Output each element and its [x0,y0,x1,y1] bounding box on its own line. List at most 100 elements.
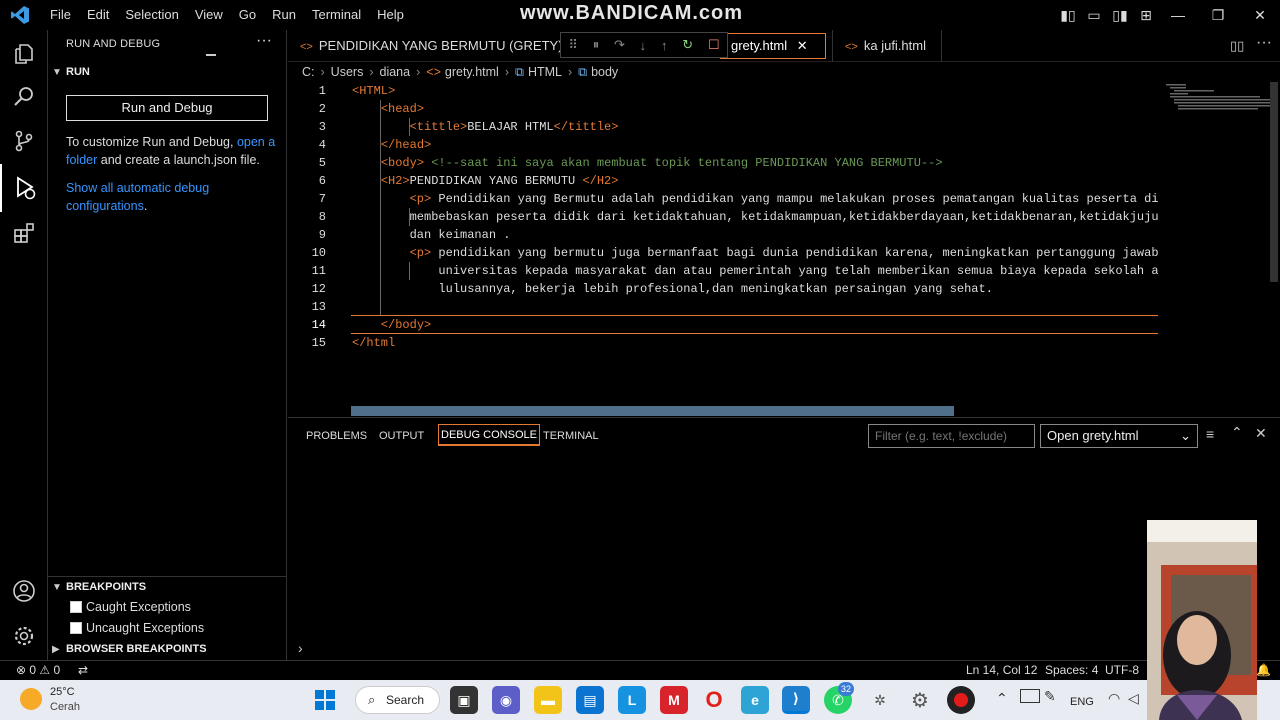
breakpoint-uncaught-exceptions[interactable]: Uncaught Exceptions [70,621,204,635]
breadcrumb-item[interactable]: body [591,65,618,79]
mcafee-icon[interactable]: M [660,686,688,714]
breadcrumb-item[interactable]: grety.html [445,65,499,79]
tab-output[interactable]: OUTPUT [379,428,424,450]
settings-gear-icon[interactable] [0,612,48,660]
code-line[interactable]: 15 </html [288,334,1158,352]
code-line[interactable]: 9 dan keimanan . [288,226,1158,244]
pen-icon[interactable]: ✎ [1044,688,1056,705]
tab-pendidikan-txt[interactable]: <> PENDIDIKAN YANG BERMUTU (GRETY).txt [288,30,580,62]
extensions-icon[interactable] [0,209,48,257]
restore-button[interactable]: ❐ [1198,0,1238,30]
checkbox[interactable] [70,601,82,613]
step-over-icon[interactable]: ↷ [614,37,625,53]
restart-icon[interactable]: ↻ [682,37,693,53]
windows-start-icon[interactable] [311,686,339,714]
volume-icon[interactable]: ◁ [1128,690,1139,707]
code-line[interactable]: 5 <body> <!--saat ini saya akan membuat … [288,154,1158,172]
collapse-icon[interactable] [206,54,216,56]
stop-icon[interactable]: ☐ [708,37,720,53]
close-window-button[interactable]: ✕ [1240,0,1280,30]
run-and-debug-button[interactable]: Run and Debug [66,95,268,121]
code-line[interactable]: 2 <head> [288,100,1158,118]
record-icon[interactable] [947,686,975,714]
menu-edit[interactable]: Edit [79,0,117,30]
horizontal-scrollbar[interactable] [351,406,954,416]
show-all-debug-configs-link[interactable]: Show all automatic debug configurations [66,181,209,213]
code-line[interactable]: 3 <tittle>BELAJAR HTML</tittle> [288,118,1158,136]
breadcrumb-item[interactable]: C: [302,65,315,79]
weather-sun-icon[interactable] [20,688,42,710]
code-editor[interactable]: 1 <HTML> 2 <head> 3 <tittle>BELAJAR HTML</t… [288,82,1280,416]
run-section-header[interactable]: ▼ RUN [52,66,90,78]
clear-console-icon[interactable]: ≡ [1206,426,1214,442]
code-line[interactable]: 7 <p> Pendidikan yang Bermutu adalah pen… [288,190,1158,208]
breadcrumb-item[interactable]: diana [380,65,411,79]
notifications-icon[interactable]: 🔔 [1256,663,1271,677]
code-line[interactable]: 1 <HTML> [288,82,1158,100]
live-share-icon[interactable]: ⇄ [78,663,88,677]
more-actions-icon[interactable]: ··· [1256,34,1272,52]
wifi-icon[interactable]: ◠ [1108,690,1120,707]
tab-grety-html[interactable]: grety.html ✕ [720,33,826,59]
checkbox[interactable] [70,622,82,634]
vscode-taskbar-icon[interactable]: ⟩ [782,686,810,714]
code-line[interactable]: 10 <p> pendidikan yang bermutu juga berm… [288,244,1158,262]
code-line[interactable]: 6 <H2>PENDIDIKAN YANG BERMUTU </H2> [288,172,1158,190]
search-icon[interactable] [0,72,48,120]
bug-icon[interactable]: ✲ [866,686,894,714]
opera-icon[interactable]: O [700,686,728,714]
maximize-panel-icon[interactable]: ⌃ [1231,424,1243,441]
breadcrumb-item[interactable]: HTML [528,65,562,79]
edge-icon[interactable]: e [741,686,769,714]
indentation-status[interactable]: Spaces: 4 [1045,663,1098,677]
show-hidden-icons-icon[interactable]: ⌃ [996,690,1008,707]
taskbar-search[interactable]: ⌕ Search [355,686,440,714]
file-explorer-icon[interactable]: ▬ [534,686,562,714]
cursor-position[interactable]: Ln 14, Col 12 [966,663,1037,677]
breakpoint-caught-exceptions[interactable]: Caught Exceptions [70,600,191,614]
menu-go[interactable]: Go [231,0,264,30]
code-line[interactable]: 12 lulusannya, bekerja lebih profesional… [288,280,1158,298]
code-line[interactable]: 14 </body> [288,316,1158,334]
drag-handle-icon[interactable]: ⠿ [568,37,578,53]
open-file-select[interactable]: Open grety.html ⌄ [1040,424,1198,448]
language-indicator[interactable]: ENG [1070,696,1094,708]
menu-view[interactable]: View [187,0,231,30]
chat-icon[interactable]: ◉ [492,686,520,714]
pause-icon[interactable]: ⏸ [593,37,600,53]
step-into-icon[interactable]: ↓ [640,38,647,53]
menu-selection[interactable]: Selection [117,0,186,30]
explorer-icon[interactable] [0,30,48,78]
code-line[interactable]: 11 universitas kepada masyarakat dan ata… [288,262,1158,280]
minimap[interactable] [1166,82,1278,112]
tab-terminal[interactable]: TERMINAL [543,428,599,450]
menu-terminal[interactable]: Terminal [304,0,369,30]
accounts-icon[interactable] [0,567,48,615]
breakpoints-section-header[interactable]: ▼ BREAKPOINTS [52,581,146,593]
problems-status[interactable]: ⊗ 0 ⚠ 0 [16,663,60,677]
tab-debug-console[interactable]: DEBUG CONSOLE [438,424,540,446]
minimize-button[interactable]: — [1158,0,1198,30]
code-line[interactable]: 4 </head> [288,136,1158,154]
source-control-icon[interactable] [0,117,48,165]
menu-help[interactable]: Help [369,0,412,30]
app-l-icon[interactable]: L [618,686,646,714]
display-icon[interactable] [1020,689,1040,703]
debug-console-filter-input[interactable] [868,424,1035,448]
settings-icon[interactable]: ⚙ [906,686,934,714]
browser-breakpoints-header[interactable]: ▶ BROWSER BREAKPOINTS [52,643,207,655]
tab-problems[interactable]: PROBLEMS [306,428,367,450]
close-tab-icon[interactable]: ✕ [797,38,808,53]
console-prompt[interactable]: › [298,640,303,656]
breadcrumb-item[interactable]: Users [331,65,364,79]
tab-ka-jufi-html[interactable]: <> ka jufi.html [832,30,942,62]
step-out-icon[interactable]: ↑ [661,38,668,53]
task-view-icon[interactable]: ▣ [450,686,478,714]
menu-file[interactable]: File [42,0,79,30]
close-panel-icon[interactable]: ✕ [1255,425,1267,442]
encoding-status[interactable]: UTF-8 [1105,663,1139,677]
code-line[interactable]: 8 membebaskan peserta didik dari ketidak… [288,208,1158,226]
store-icon[interactable]: ▤ [576,686,604,714]
more-actions-icon[interactable]: ··· [256,32,272,50]
code-line[interactable]: 13 [288,298,1158,316]
